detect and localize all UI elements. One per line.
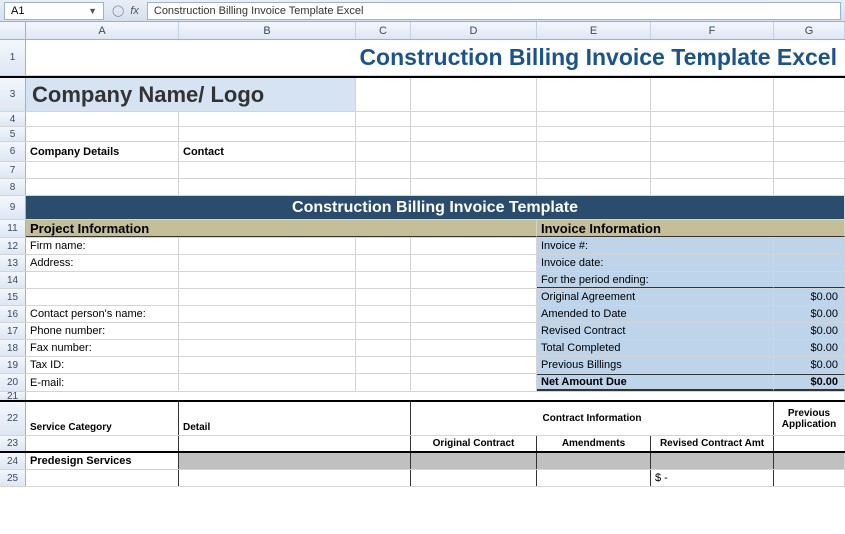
row-header-6[interactable]: 6 [0, 142, 26, 161]
cell-phone[interactable]: Phone number: [26, 323, 179, 339]
cell-c3[interactable] [356, 78, 411, 111]
cell-net-due[interactable]: Net Amount Due [537, 374, 774, 391]
cell-amended[interactable]: Amended to Date [537, 306, 774, 322]
row-header-1[interactable]: 1 [0, 40, 26, 75]
formula-bar: A1 ▼ ◯ fx [0, 0, 845, 22]
col-header-e[interactable]: E [537, 22, 651, 39]
spreadsheet-grid[interactable]: 1 Construction Billing Invoice Template … [0, 40, 845, 487]
cell-f3[interactable] [651, 78, 774, 111]
cell-banner[interactable]: Construction Billing Invoice Template [26, 196, 845, 219]
cell-total-completed-amt[interactable]: $0.00 [774, 340, 845, 356]
row-header-16[interactable]: 16 [0, 306, 26, 322]
cell-company-details[interactable]: Company Details [26, 142, 179, 161]
row-header-12[interactable]: 12 [0, 238, 26, 254]
formula-input[interactable] [147, 2, 841, 20]
cell-firm-name[interactable]: Firm name: [26, 238, 179, 254]
col-header-f[interactable]: F [651, 22, 774, 39]
row-header-4[interactable]: 4 [0, 112, 26, 126]
cell-e3[interactable] [537, 78, 651, 111]
row-header-22[interactable]: 22 [0, 402, 26, 435]
cell-fax[interactable]: Fax number: [26, 340, 179, 356]
row-header-19[interactable]: 19 [0, 357, 26, 373]
cell-title[interactable]: Construction Billing Invoice Template Ex… [26, 40, 845, 75]
cell-taxid[interactable]: Tax ID: [26, 357, 179, 373]
cell-prev-billings-amt[interactable]: $0.00 [774, 357, 845, 373]
name-box[interactable]: A1 ▼ [4, 2, 104, 20]
row-header-8[interactable]: 8 [0, 179, 26, 195]
cell-address[interactable]: Address: [26, 255, 179, 271]
row-header-5[interactable]: 5 [0, 127, 26, 141]
row-header-18[interactable]: 18 [0, 340, 26, 356]
col-header-g[interactable]: G [774, 22, 845, 39]
cell-contact-person[interactable]: Contact person's name: [26, 306, 179, 322]
cell-revised-amt-hdr[interactable]: Revised Contract Amt [651, 436, 774, 451]
title-text: Construction Billing Invoice Template Ex… [30, 44, 841, 71]
row-header-9[interactable]: 9 [0, 196, 26, 219]
cell-prev-app-hdr[interactable]: Previous Application [774, 402, 845, 435]
cell-invoice-date[interactable]: Invoice date: [537, 255, 774, 271]
cell-company-logo[interactable]: Company Name/ Logo [26, 78, 356, 111]
cell-invoice-info-hdr[interactable]: Invoice Information [537, 220, 845, 237]
cell-contract-info-hdr[interactable]: Contract Information [411, 402, 774, 435]
cell-service-cat-hdr[interactable]: Service Category [26, 402, 179, 435]
row-header-3[interactable]: 3 [0, 78, 26, 111]
dropdown-icon[interactable]: ▼ [88, 6, 97, 16]
cell-amended-amt[interactable]: $0.00 [774, 306, 845, 322]
col-header-d[interactable]: D [411, 22, 537, 39]
cell-orig-agree[interactable]: Original Agreement [537, 289, 774, 305]
cell-prev-billings[interactable]: Previous Billings [537, 357, 774, 373]
cell-dollar-dash[interactable]: $ - [651, 470, 774, 486]
row-header-7[interactable]: 7 [0, 162, 26, 178]
col-header-b[interactable]: B [179, 22, 356, 39]
cell-total-completed[interactable]: Total Completed [537, 340, 774, 356]
cell-revised-amt[interactable]: $0.00 [774, 323, 845, 339]
cell-contact[interactable]: Contact [179, 142, 356, 161]
row-header-21[interactable]: 21 [0, 392, 26, 400]
cell-reference: A1 [11, 5, 24, 17]
select-all-corner[interactable] [0, 22, 26, 39]
circle-icon: ◯ [112, 4, 124, 17]
cell-amendments-hdr[interactable]: Amendments [537, 436, 651, 451]
row-header-20[interactable]: 20 [0, 374, 26, 391]
cell-net-due-amt[interactable]: $0.00 [774, 374, 845, 391]
cell-g3[interactable] [774, 78, 845, 111]
row-header-15[interactable]: 15 [0, 289, 26, 305]
row-header-11[interactable]: 11 [0, 220, 26, 237]
row-header-24[interactable]: 24 [0, 453, 26, 469]
row-header-17[interactable]: 17 [0, 323, 26, 339]
cell-email[interactable]: E-mail: [26, 374, 179, 391]
cell-orig-agree-amt[interactable]: $0.00 [774, 289, 845, 305]
column-headers: A B C D E F G [0, 22, 845, 40]
cell-d3[interactable] [411, 78, 537, 111]
cell-project-info-hdr[interactable]: Project Information [26, 220, 537, 237]
cell-predesign[interactable]: Predesign Services [26, 453, 179, 469]
cell-invoice-num[interactable]: Invoice #: [537, 238, 774, 254]
col-header-a[interactable]: A [26, 22, 179, 39]
col-header-c[interactable]: C [356, 22, 411, 39]
cell-orig-contract-hdr[interactable]: Original Contract [411, 436, 537, 451]
row-header-25[interactable]: 25 [0, 470, 26, 486]
row-header-14[interactable]: 14 [0, 272, 26, 288]
formula-icons: ◯ fx [104, 4, 147, 17]
cell-detail-hdr[interactable]: Detail [179, 402, 411, 435]
cell-period-ending[interactable]: For the period ending: [537, 272, 774, 288]
fx-icon[interactable]: fx [130, 5, 139, 17]
cell-revised[interactable]: Revised Contract [537, 323, 774, 339]
row-header-23[interactable]: 23 [0, 436, 26, 451]
row-header-13[interactable]: 13 [0, 255, 26, 271]
